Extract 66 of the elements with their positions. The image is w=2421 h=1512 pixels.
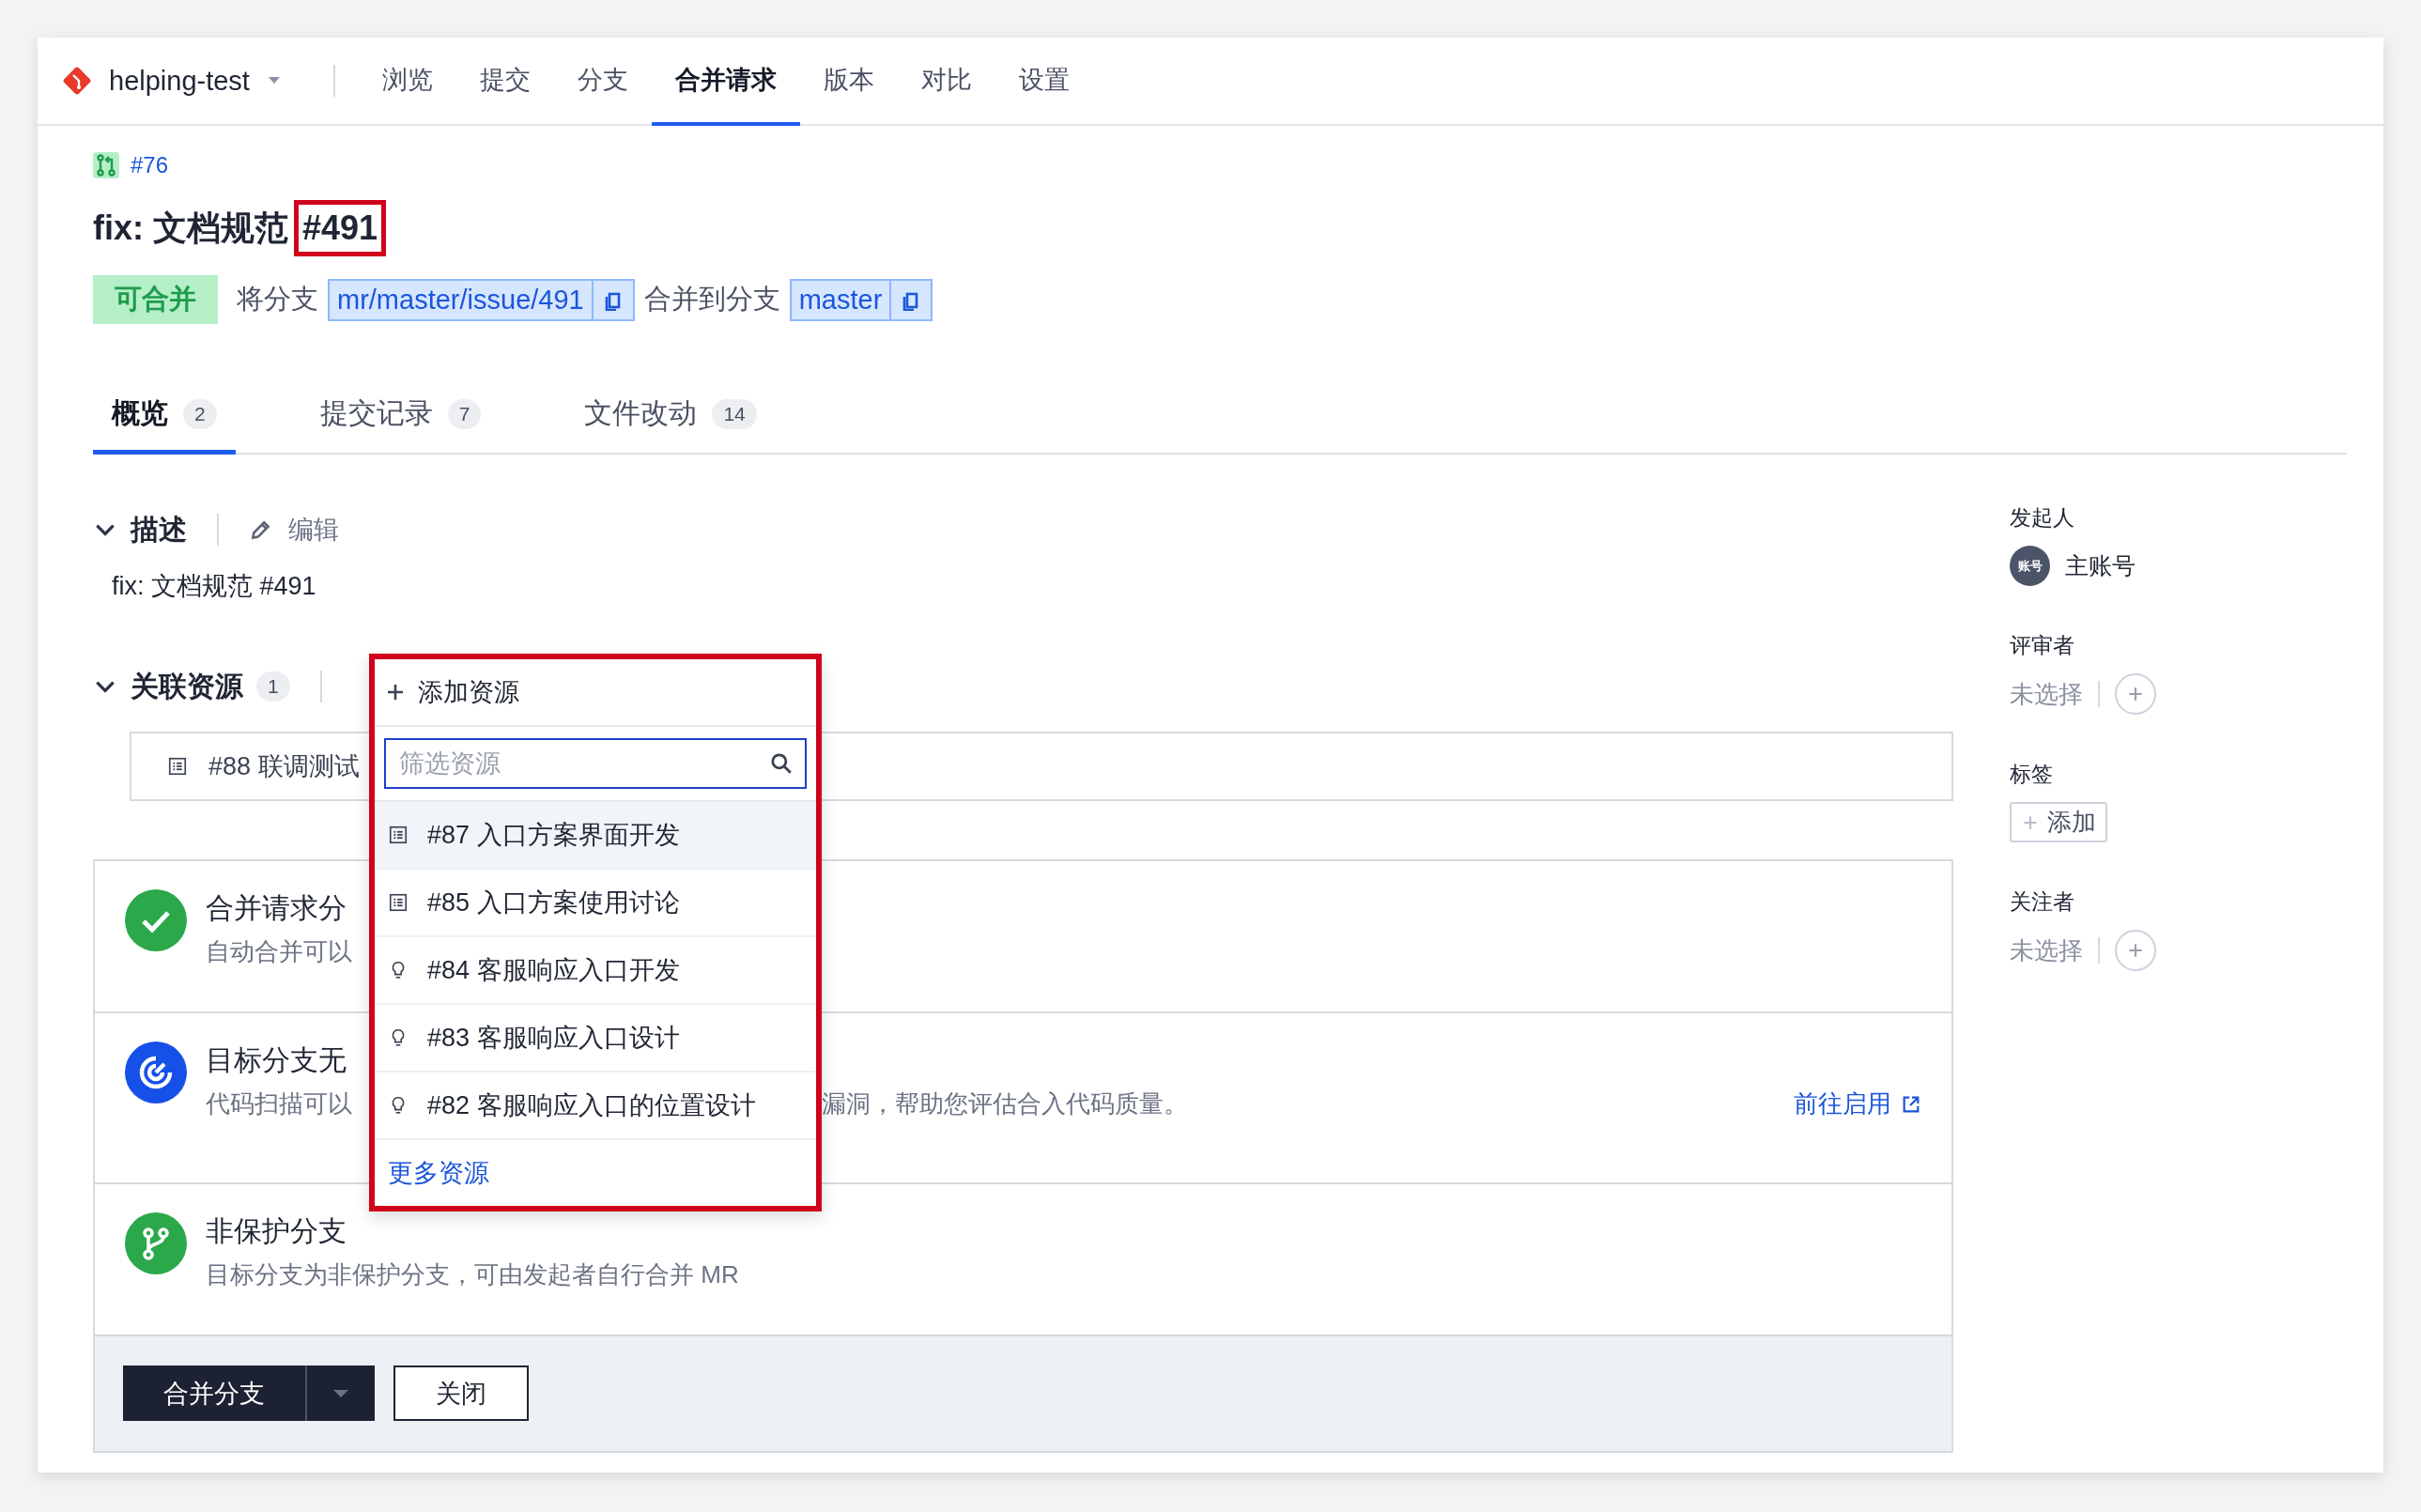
section-title: 关联资源 [131, 669, 243, 703]
user-name: 主账号 [2065, 551, 2136, 580]
tab[interactable]: 文件改动 14 [565, 394, 776, 455]
nav-tab[interactable]: 分支 [553, 38, 652, 126]
check-description: 目标分支为非保护分支，可由发起者自行合并 MR [206, 1259, 739, 1290]
section-title: 描述 [131, 512, 187, 547]
resource-option[interactable]: #85 入口方案使用讨论 [375, 870, 816, 937]
add-reviewer-button[interactable] [2115, 673, 2156, 715]
nav-tab[interactable]: 浏览 [358, 38, 456, 126]
field-label: 关注者 [2010, 888, 2075, 916]
count-badge: 1 [256, 671, 290, 702]
close-button[interactable]: 关闭 [393, 1365, 529, 1421]
plus-icon [2126, 685, 2145, 703]
list-icon [167, 756, 188, 777]
search-icon [769, 751, 794, 776]
tab[interactable]: 提交记录 7 [301, 394, 501, 455]
branch-icon [125, 1212, 187, 1274]
check-description: 漏洞，帮助您评估合入代码质量。 [822, 1088, 1188, 1119]
target-label: 合并到分支 [643, 283, 780, 316]
project-name[interactable]: helping-test [109, 65, 250, 97]
nav-tab[interactable]: 对比 [897, 38, 995, 126]
list-icon [388, 892, 409, 913]
edit-link[interactable]: 编辑 [288, 513, 339, 547]
check-description: 自动合并可以 [206, 936, 352, 967]
list-icon [388, 825, 409, 845]
nav-tab[interactable]: 合并请求 [651, 38, 800, 126]
check-description: 代码扫描可以 [206, 1088, 352, 1119]
add-resource-button[interactable]: 添加资源 [375, 659, 816, 727]
add-watcher-button[interactable] [2115, 930, 2156, 971]
resource-link[interactable]: #88 联调测试 [208, 749, 360, 783]
tab[interactable]: 概览 2 [93, 394, 236, 455]
enable-link[interactable]: 前往启用 [1794, 1088, 1891, 1120]
count-badge: 2 [183, 398, 217, 429]
resource-option[interactable]: #87 入口方案界面开发 [375, 802, 816, 870]
empty-value: 未选择 [2010, 934, 2083, 966]
count-badge: 14 [712, 398, 757, 429]
source-label: 将分支 [237, 283, 318, 316]
description-text: fix: 文档规范 #491 [112, 571, 317, 602]
merge-request-number[interactable]: #76 [131, 152, 169, 178]
more-resources-link[interactable]: 更多资源 [375, 1140, 816, 1206]
filter-field[interactable]: 筛选资源 [384, 738, 807, 789]
field-label: 发起人 [2010, 504, 2075, 532]
add-label-button[interactable]: 添加 [2010, 802, 2107, 842]
caret-icon [333, 1389, 348, 1397]
nav-tab[interactable]: 版本 [799, 38, 898, 126]
check-title: 目标分支无 [206, 1043, 347, 1077]
empty-value: 未选择 [2010, 678, 2083, 710]
nav-tab[interactable]: 提交 [455, 38, 554, 126]
check-title: 合并请求分 [206, 891, 347, 925]
field-label: 评审者 [2010, 632, 2075, 659]
highlighted-issue-ref: #491 [294, 200, 387, 256]
field-label: 标签 [2010, 761, 2054, 788]
count-badge: 7 [447, 398, 482, 429]
avatar: 账号 [2010, 546, 2050, 586]
resource-option[interactable]: #82 客服响应入口的位置设计 [375, 1072, 816, 1140]
nav-tab[interactable]: 设置 [995, 38, 1093, 126]
check-circle-icon [125, 889, 187, 951]
merge-request-icon [93, 152, 119, 178]
merge-request-title: fix: 文档规范 [93, 207, 288, 249]
check-title: 非保护分支 [206, 1214, 347, 1248]
resource-option[interactable]: #84 客服响应入口开发 [375, 937, 816, 1005]
radar-icon [125, 1041, 187, 1103]
status-badge: 可合并 [93, 275, 218, 324]
plus-icon [2126, 941, 2145, 960]
resource-option[interactable]: #83 客服响应入口设计 [375, 1005, 816, 1072]
merge-button[interactable]: 合并分支 [123, 1365, 375, 1421]
